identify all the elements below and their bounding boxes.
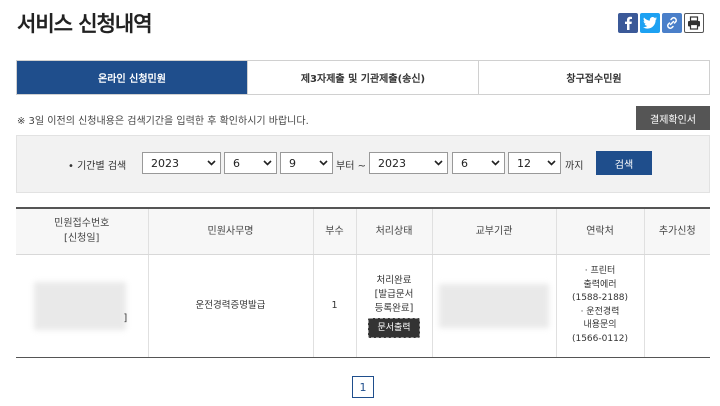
chevron-down-icon [207, 159, 216, 168]
notice-text: ※ 3일 이전의 신청내용은 검색기간을 입력한 후 확인하시기 바랍니다. [17, 116, 309, 127]
chevron-down-icon [319, 159, 328, 168]
col-copies: 부수 [312, 207, 356, 255]
to-day-select[interactable]: 12 [508, 152, 561, 174]
search-button[interactable]: 검색 [596, 151, 652, 175]
twitter-icon[interactable] [640, 13, 660, 33]
from-year-select[interactable]: 2023 [142, 152, 221, 174]
table-header-row: 민원접수번호 [신청일] 민원사무명 부수 처리상태 교부기관 연락처 추가신청 [16, 207, 710, 255]
share-toolbar [618, 13, 704, 33]
from-day-select[interactable]: 9 [280, 152, 333, 174]
col-contact: 연락처 [555, 207, 644, 255]
tab-online-applications[interactable]: 온라인 신청민원 [17, 61, 247, 94]
range-until-text: 까지 [565, 161, 584, 172]
status-cell: 처리완료 [발급문서 등록완료] 문서출력 [355, 254, 432, 358]
print-document-button[interactable]: 문서출력 [368, 317, 420, 338]
link-icon[interactable] [662, 13, 682, 33]
tab-third-party-submission[interactable]: 제3자제출 및 기관제출(송신) [247, 61, 478, 94]
service-tabs: 온라인 신청민원 제3자제출 및 기관제출(송신) 창구접수민원 [16, 60, 710, 95]
col-additional-request: 추가신청 [643, 207, 710, 255]
chevron-down-icon [491, 159, 500, 168]
facebook-icon[interactable] [618, 13, 638, 33]
col-receipt-number: 민원접수번호 [신청일] [16, 207, 148, 255]
to-year-select[interactable]: 2023 [369, 152, 448, 174]
from-month-select[interactable]: 6 [224, 152, 277, 174]
service-name-cell: 운전경력증명발급 [147, 254, 313, 358]
redacted-agency [439, 283, 549, 328]
table-row: ] 운전경력증명발급 1 처리완료 [발급문서 등록완료] 문서출력 · 프린터… [16, 254, 710, 358]
redacted-receipt-number [34, 281, 127, 330]
search-label: • 기간별 검색 [68, 161, 127, 172]
contact-cell: · 프린터 출력에러 (1588-2188) · 운전경력 내용문의 (1566… [555, 254, 644, 358]
print-icon[interactable] [684, 13, 704, 33]
issuing-agency-cell [431, 254, 556, 358]
to-month-select[interactable]: 6 [452, 152, 505, 174]
copies-cell: 1 [312, 254, 356, 358]
payment-receipt-button[interactable]: 결제확인서 [636, 106, 710, 130]
chevron-down-icon [263, 159, 272, 168]
status-text: 처리완료 [발급문서 등록완료] [374, 274, 414, 314]
col-service-name: 민원사무명 [147, 207, 313, 255]
page-title: 서비스 신청내역 [17, 12, 153, 36]
receipt-number-cell: ] [16, 254, 148, 358]
chevron-down-icon [434, 159, 443, 168]
col-issuing-agency: 교부기관 [431, 207, 556, 255]
application-table: 민원접수번호 [신청일] 민원사무명 부수 처리상태 교부기관 연락처 추가신청… [16, 207, 710, 358]
page-1-button[interactable]: 1 [352, 376, 374, 398]
chevron-down-icon [547, 159, 556, 168]
additional-request-cell [643, 254, 710, 358]
tab-counter-applications[interactable]: 창구접수민원 [478, 61, 709, 94]
col-status: 처리상태 [355, 207, 432, 255]
range-from-text: 부터 ~ [336, 161, 366, 172]
